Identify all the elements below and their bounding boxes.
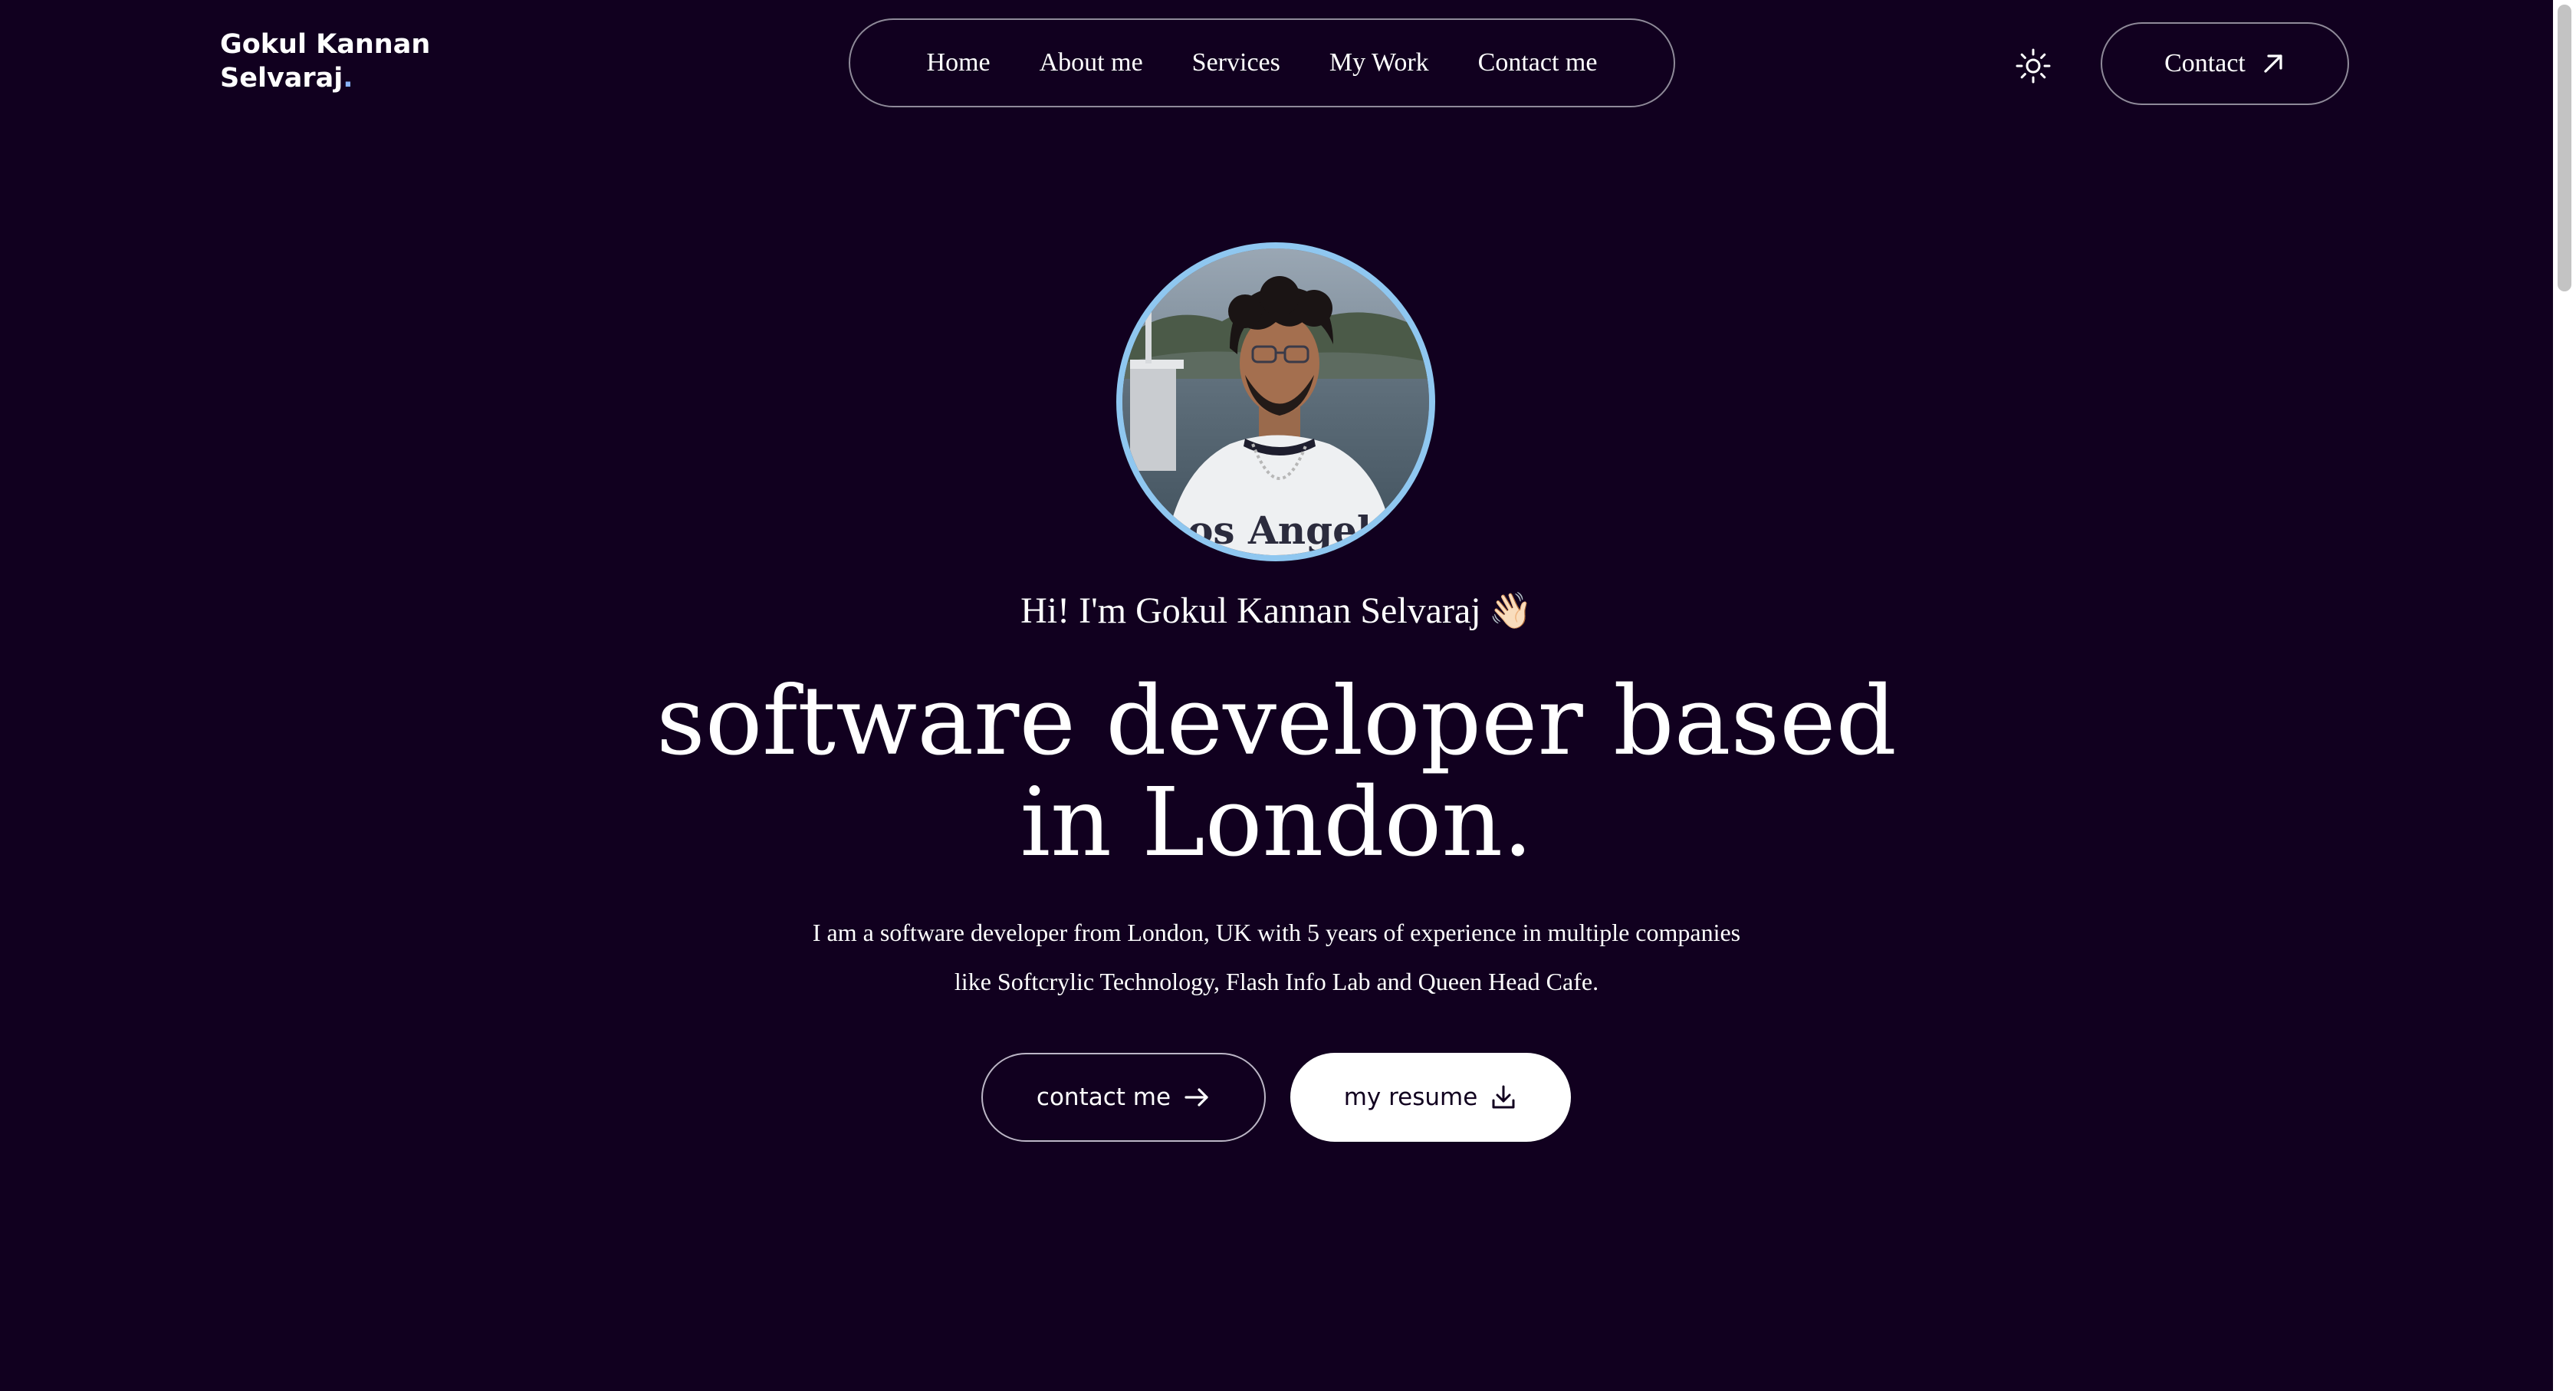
logo-line-1: Gokul Kannan [220, 29, 431, 60]
description-line-1: I am a software developer from London, U… [812, 919, 1741, 946]
my-resume-button[interactable]: my resume [1290, 1053, 1571, 1142]
logo-name-surname: Selvaraj [220, 63, 343, 94]
page-scrollbar[interactable] [2553, 0, 2576, 1391]
headline-line-1: software developer based [656, 666, 1897, 777]
download-icon [1492, 1085, 1515, 1109]
svg-text:os Angel: os Angel [1188, 508, 1372, 553]
nav-item-home[interactable]: Home [927, 48, 991, 77]
header-contact-button[interactable]: Contact [2101, 22, 2349, 105]
description-line-2: like Softcrylic Technology, Flash Info L… [954, 968, 1599, 995]
site-logo[interactable]: Gokul Kannan Selvaraj. [220, 28, 430, 95]
nav-item-services[interactable]: Services [1192, 48, 1280, 77]
arrow-right-icon [1184, 1088, 1208, 1107]
theme-toggle-button[interactable] [2012, 44, 2055, 87]
logo-dot: . [343, 63, 353, 94]
nav-item-contact-me[interactable]: Contact me [1478, 48, 1598, 77]
scrollbar-thumb[interactable] [2558, 5, 2571, 291]
contact-me-label: contact me [1036, 1084, 1171, 1111]
arrow-up-right-icon [2264, 54, 2282, 73]
avatar: os Angel [1116, 242, 1435, 561]
greeting-text: Hi! I'm Gokul Kannan Selvaraj [1020, 590, 1481, 631]
main-nav: Home About me Services My Work Contact m… [849, 18, 1675, 107]
nav-item-my-work[interactable]: My Work [1329, 48, 1429, 77]
profile-photo: os Angel [1122, 248, 1429, 555]
hero-headline: software developer based in London. [0, 671, 2553, 873]
hero-description: I am a software developer from London, U… [751, 908, 1802, 1006]
my-resume-label: my resume [1343, 1084, 1478, 1111]
hero-greeting: Hi! I'm Gokul Kannan Selvaraj 👋🏻 [0, 584, 2553, 638]
waving-hand-icon: 👋🏻 [1488, 591, 1533, 630]
sun-icon [2016, 48, 2051, 84]
headline-line-2: in London. [1020, 768, 1533, 878]
nav-item-about-me[interactable]: About me [1040, 48, 1143, 77]
contact-me-button[interactable]: contact me [981, 1053, 1266, 1142]
logo-line-2: Selvaraj. [220, 61, 430, 95]
header-contact-label: Contact [2164, 49, 2246, 77]
